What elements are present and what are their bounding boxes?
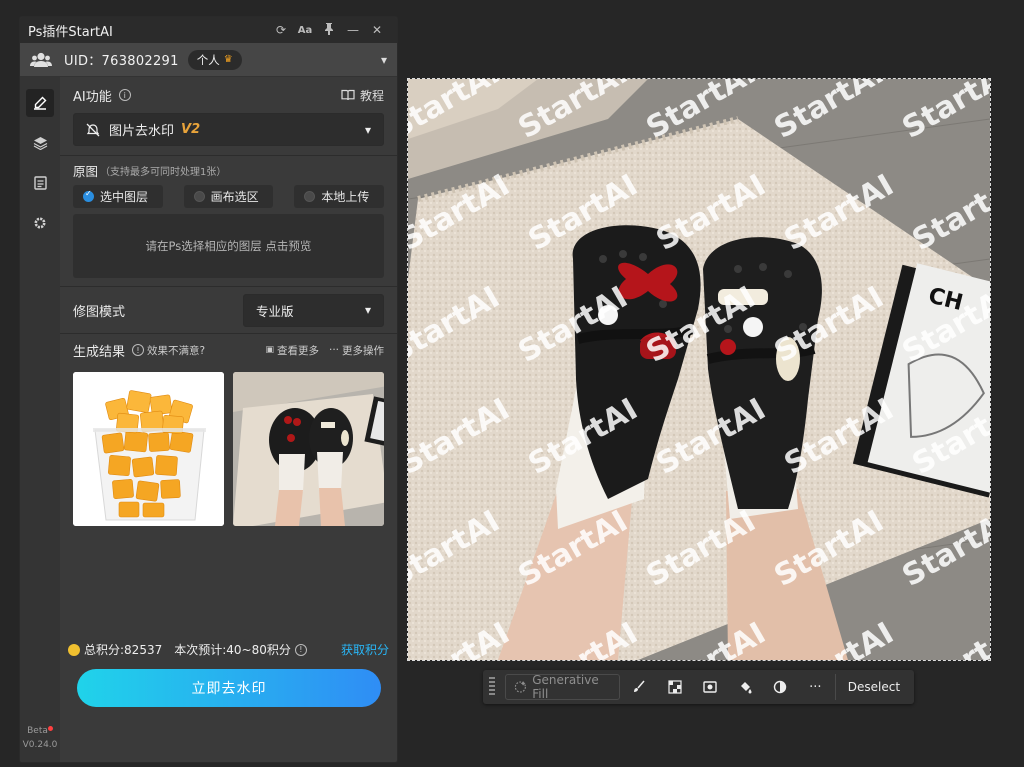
- mode-label: 修图模式: [73, 304, 126, 320]
- nav-brush-icon[interactable]: [26, 89, 54, 117]
- contextual-taskbar: Generative Fill ··· Deselect: [483, 670, 914, 704]
- more-actions-link[interactable]: ··· 更多操作: [329, 343, 384, 358]
- chevron-down-icon[interactable]: ▾: [381, 53, 387, 67]
- ai-function-label: AI功能: [73, 89, 112, 105]
- total-points: 总积分:82537: [84, 643, 163, 657]
- nav-settings-icon[interactable]: [26, 209, 54, 237]
- preview-dropzone[interactable]: 请在Ps选择相应的图层 点击预览: [73, 214, 384, 278]
- panel-titlebar[interactable]: Ps插件StartAI ⟳ Aa — ✕: [20, 17, 397, 43]
- result-thumbnail-clogs[interactable]: [233, 372, 384, 526]
- more-dots-icon: ···: [328, 344, 339, 356]
- info-icon[interactable]: !: [294, 643, 307, 656]
- plan-label: 个人: [196, 52, 220, 67]
- source-option-selected-layer[interactable]: 选中图层: [73, 185, 163, 208]
- mask-icon[interactable]: [659, 674, 690, 700]
- deselect-button[interactable]: Deselect: [840, 680, 908, 694]
- results-label: 生成结果: [73, 344, 126, 360]
- fill-icon[interactable]: [729, 674, 760, 700]
- user-bar[interactable]: UID：763802291 个人 ♛ ▾: [20, 43, 397, 77]
- generative-fill-button[interactable]: Generative Fill: [504, 673, 620, 701]
- option-label: 画布选区: [210, 190, 259, 204]
- source-option-canvas-selection[interactable]: 画布选区: [183, 185, 274, 208]
- source-hint: （支持最多可同时处理1张）: [100, 166, 227, 178]
- tutorial-link[interactable]: 教程: [341, 87, 384, 104]
- generative-fill-icon: [514, 681, 526, 693]
- minimize-icon[interactable]: —: [341, 23, 365, 37]
- points-estimate: 本次预计:40~80积分: [174, 643, 291, 657]
- source-option-local-upload[interactable]: 本地上传: [294, 185, 385, 208]
- unsatisfied-label: 效果不满意?: [147, 344, 206, 357]
- gallery-icon: ▣: [265, 345, 274, 355]
- crown-icon: ♛: [223, 54, 233, 65]
- chevron-down-icon: ▾: [364, 303, 371, 317]
- version-label: V0.24.0: [22, 740, 58, 750]
- points-bar: 总积分:82537 本次预计:40~80积分 ! 获取积分: [68, 641, 389, 658]
- mango-cup-image: [73, 372, 224, 526]
- ai-function-dropdown[interactable]: 图片去水印 V2 ▾: [73, 113, 384, 146]
- users-icon: [30, 52, 52, 67]
- option-label: 选中图层: [100, 190, 149, 204]
- version-tag: V2: [181, 122, 201, 137]
- user-id: UID：763802291: [64, 54, 179, 69]
- plugin-panel: Ps插件StartAI ⟳ Aa — ✕ UID：763802291 个人 ♛ …: [19, 16, 398, 763]
- nav-layers-icon[interactable]: [26, 129, 54, 157]
- close-icon[interactable]: ✕: [365, 23, 389, 37]
- get-points-link[interactable]: 获取积分: [341, 641, 389, 658]
- view-more-link[interactable]: ▣ 查看更多: [265, 343, 319, 358]
- side-nav: Beta V0.24.0: [20, 77, 60, 762]
- radio-icon: [193, 191, 205, 202]
- clogs-photo: CH StartAI StartAI StartAI StartAI Start…: [408, 79, 990, 660]
- drag-handle[interactable]: [489, 677, 495, 697]
- brush-icon[interactable]: [624, 674, 655, 700]
- canvas-image[interactable]: CH StartAI StartAI StartAI StartAI Start…: [407, 78, 991, 661]
- remove-watermark-button[interactable]: 立即去水印: [77, 669, 381, 707]
- panel-title: Ps插件StartAI: [28, 24, 113, 40]
- tutorial-label: 教程: [359, 88, 384, 103]
- clogs-photo-thumbnail: [233, 372, 384, 526]
- beta-label: Beta: [20, 726, 60, 736]
- plan-badge[interactable]: 个人 ♛: [187, 49, 242, 70]
- more-actions-label: 更多操作: [342, 344, 384, 357]
- divider: [834, 674, 836, 700]
- result-thumbnail-mango[interactable]: [73, 372, 224, 526]
- frame-icon[interactable]: [694, 674, 725, 700]
- book-icon: [341, 89, 355, 101]
- mode-value: 专业版: [256, 303, 294, 319]
- info-icon[interactable]: i: [118, 89, 131, 101]
- unsatisfied-link[interactable]: ! 效果不满意?: [132, 343, 205, 358]
- view-more-label: 查看更多: [276, 344, 319, 357]
- ai-function-heading: AI功能 i: [73, 86, 131, 105]
- generative-fill-label: Generative Fill: [532, 673, 599, 701]
- more-icon[interactable]: ···: [800, 674, 831, 700]
- panel-content: AI功能 i 教程 图片去水印 V2 ▾ 原图 （支持最多可同时处理1张） 选中…: [60, 77, 397, 762]
- adjust-icon[interactable]: [765, 674, 796, 700]
- ai-function-selected: 图片去水印: [109, 124, 175, 139]
- refresh-icon[interactable]: ⟳: [269, 23, 293, 37]
- source-label: 原图: [73, 163, 99, 179]
- font-size-icon[interactable]: Aa: [293, 25, 317, 36]
- info-icon: !: [132, 344, 145, 356]
- radio-checked-icon: [83, 189, 94, 202]
- results-heading: 生成结果 ! 效果不满意?: [73, 341, 205, 360]
- option-label: 本地上传: [321, 190, 370, 204]
- notification-dot: [47, 726, 53, 731]
- watermark-removal-icon: [86, 123, 100, 136]
- pin-icon[interactable]: [317, 22, 341, 38]
- coin-icon: [68, 643, 80, 656]
- radio-icon: [304, 191, 316, 202]
- mode-dropdown[interactable]: 专业版 ▾: [243, 293, 384, 327]
- nav-save-icon[interactable]: [26, 169, 54, 197]
- chevron-down-icon: ▾: [364, 122, 371, 137]
